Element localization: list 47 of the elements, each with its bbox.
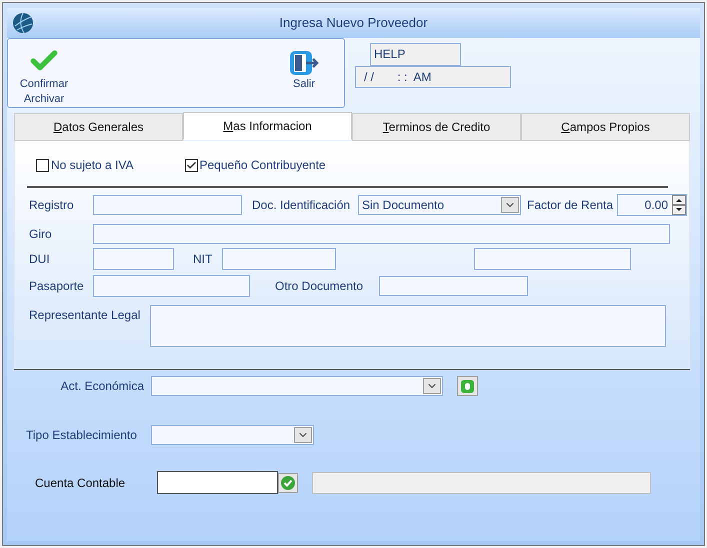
text-area[interactable] [150,305,666,347]
input-field[interactable] [93,195,242,215]
caret-icon [423,378,441,394]
dropdown-field[interactable] [151,376,443,396]
tab[interactable]: Terminos de Credito [352,113,521,141]
input-field[interactable] [93,248,174,270]
field-label: Cuenta Contable [35,474,126,492]
caret-icon [501,197,519,213]
checkbox[interactable]: No sujeto a IVA [36,156,134,174]
lookup-button[interactable] [457,376,478,396]
input-field[interactable] [379,276,528,296]
field-label: Giro [29,226,53,243]
globe-icon [12,12,34,34]
input-field[interactable] [157,471,278,494]
confirm-button[interactable]: Confirmar Archivar [14,43,74,107]
input-field[interactable] [93,275,250,297]
mouse-icon [461,380,474,392]
checkbox[interactable]: Pequeño Contribuyente [184,156,326,174]
input-field[interactable] [222,248,336,270]
field-label: DUI [29,251,51,268]
field-label: Act. Económica [60,378,144,395]
date-field[interactable]: / / : : AM [355,66,511,88]
exit-button[interactable]: Salir [284,43,324,92]
check-circle-icon [278,472,298,492]
caret-icon [294,427,312,443]
input-field[interactable] [474,248,631,270]
field-label: Factor de Renta [527,197,614,214]
field-label: Tipo Establecimiento [26,427,138,444]
field-label: Otro Documento [275,278,364,295]
window-title: Ingresa Nuevo Proveedor [279,14,428,32]
input-field[interactable] [93,224,670,244]
account-name-field[interactable] [312,472,651,494]
number-spinner[interactable]: 0.00 [617,194,687,216]
checkmark-icon [186,160,196,170]
dropdown-field[interactable] [151,425,314,445]
exit-door-icon [288,49,320,77]
field-label: NIT [193,251,214,268]
spinner-arrows-icon [672,195,686,215]
tab[interactable]: Datos Generales [14,113,183,141]
tab[interactable]: Mas Informacion [183,112,352,140]
field-label: Pasaporte [29,278,85,295]
field-label: Registro [29,197,75,214]
dropdown-field[interactable]: Sin Documento [358,195,521,215]
tab[interactable]: Campos Propios [521,113,690,141]
field-label: Doc. Identificación [252,197,352,214]
field-label: Representante Legal [29,307,142,324]
help-field[interactable]: HELP [370,43,461,66]
